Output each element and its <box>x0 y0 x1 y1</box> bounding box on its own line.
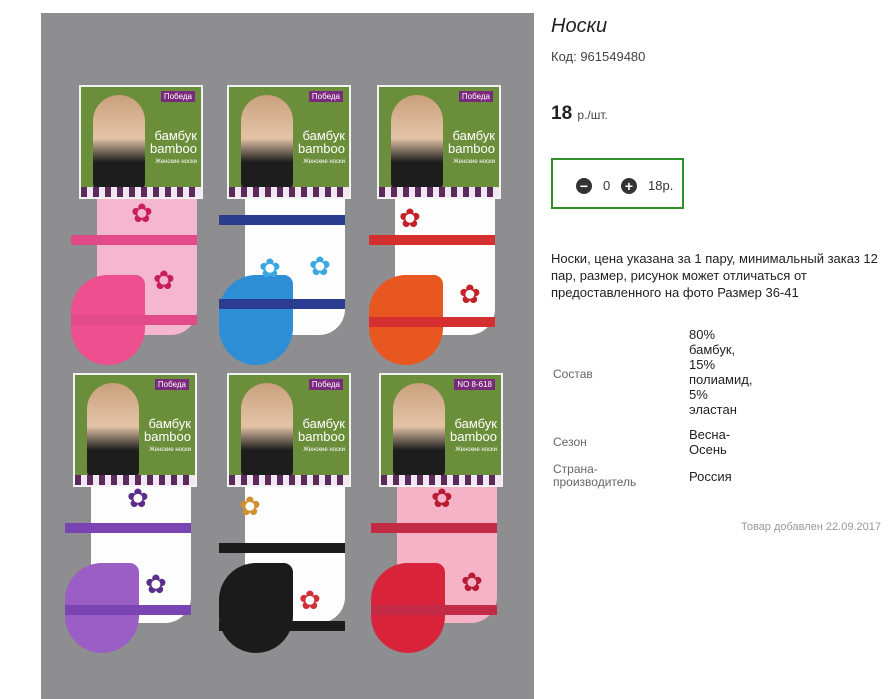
spec-value-country: Россия <box>689 469 732 484</box>
product-description: Носки, цена указана за 1 пару, минимальн… <box>551 251 878 300</box>
product-price: 18 р./шт. <box>551 103 608 125</box>
sock-red: ✿ ✿ NO 8-618 бамбук bamboo Женские носки <box>371 373 517 663</box>
quantity-stepper: − 0 + 18р. <box>551 158 684 209</box>
plus-circle-icon[interactable]: + <box>621 178 637 194</box>
price-value: 18 <box>551 103 573 124</box>
spec-label-season: Сезон <box>553 435 587 449</box>
quantity-value[interactable]: 0 <box>603 178 610 193</box>
minus-circle-icon[interactable]: − <box>576 178 592 194</box>
price-unit: р./шт. <box>577 108 608 122</box>
product-photo[interactable]: ✿ ✿ Победа бамбук bamboo Женские носки ✿ … <box>41 13 534 699</box>
product-code: Код: 961549480 <box>551 49 646 64</box>
spec-label-country: Страна-производитель <box>553 462 637 489</box>
spec-label-composition: Состав <box>553 367 593 381</box>
sock-purple: ✿ ✿ Победа бамбук bamboo Женские носки <box>65 373 211 663</box>
spec-value-composition: 80% бамбук, 15% полиамид, 5% эластан <box>689 327 753 417</box>
sock-blue: ✿ ✿ Победа бамбук bamboo Женские носки <box>219 85 365 375</box>
sock-pink: ✿ ✿ Победа бамбук bamboo Женские носки <box>71 85 217 375</box>
spec-value-season: Весна-Осень <box>689 427 731 457</box>
sock-orange: ✿ ✿ Победа бамбук bamboo Женские носки <box>369 85 515 375</box>
sock-black: ✿ ✿ Победа бамбук bamboo Женские носки <box>219 373 365 663</box>
product-title: Носки <box>551 15 608 37</box>
total-price: 18р. <box>648 178 674 193</box>
date-added: Товар добавлен 22.09.2017 <box>740 521 881 533</box>
